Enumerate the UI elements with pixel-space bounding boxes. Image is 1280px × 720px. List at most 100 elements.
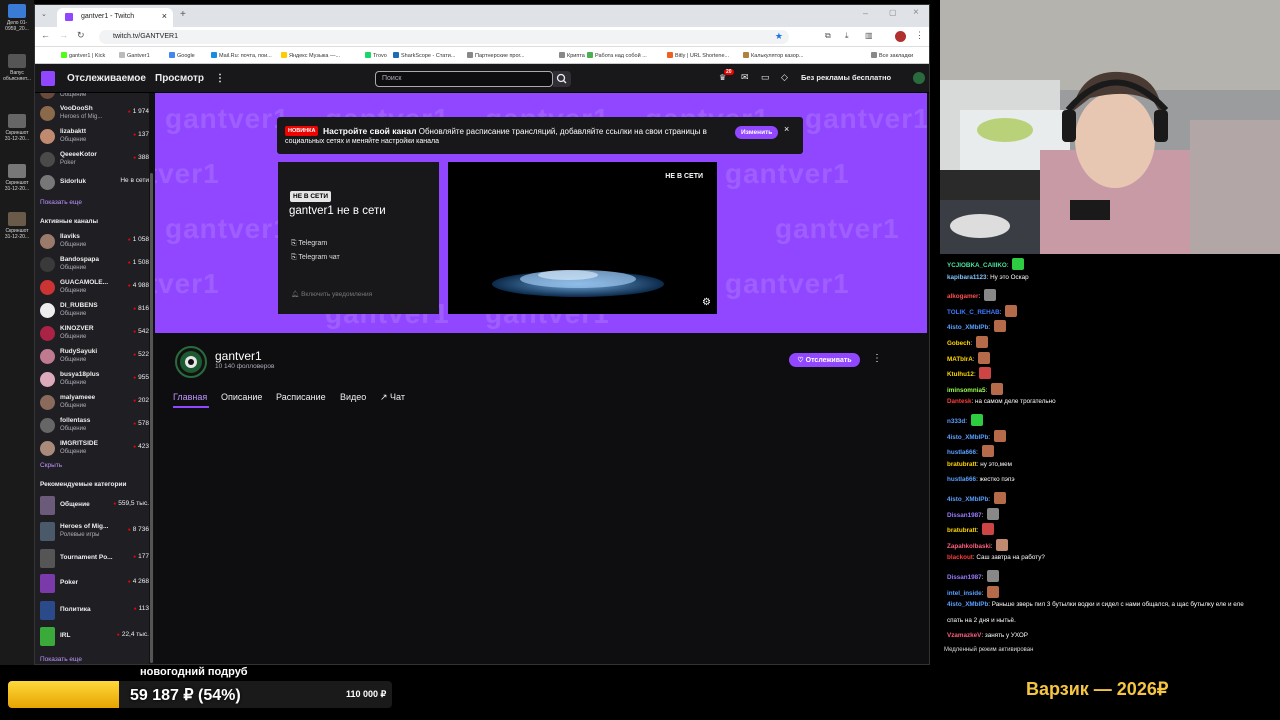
sidebar-channel[interactable]: malyameee Общение 202	[39, 392, 149, 414]
sidebar-channel[interactable]: DI_RUBENS Общение 816	[39, 300, 149, 322]
bookmark-item[interactable]: Gantver1	[119, 52, 150, 59]
bookmark-item[interactable]: Яндекс Музыка —...	[281, 52, 340, 59]
sidebar-channel[interactable]: Ilaviks Общение 1 058	[39, 231, 149, 253]
extension-icon[interactable]: ⧉	[825, 31, 831, 41]
bookmark-item[interactable]: Mail.Ru: почта, пои...	[211, 52, 272, 59]
minimize-icon[interactable]: –	[863, 8, 868, 18]
chat-username[interactable]: 4isto_XMbIPb	[947, 324, 988, 331]
whispers-icon[interactable]: ▭	[761, 72, 770, 83]
tab-home[interactable]: Главная	[173, 392, 207, 402]
sidebar-channel[interactable]: QeeeeKotor Poker 388	[39, 149, 149, 171]
chat-username[interactable]: TOLIK_C_REHAB	[947, 309, 1000, 316]
chat-username[interactable]: intel_inside	[947, 590, 982, 597]
sidebar-channel[interactable]: GUACAMOLE... Общение 4 988	[39, 277, 149, 299]
desktop-file-icon[interactable]: Скриншот 31-12-20...	[2, 114, 32, 142]
bookmark-item[interactable]: gantver1 | Kick	[61, 52, 105, 59]
desktop-file-icon[interactable]: Дело 01-0959_20...	[2, 4, 32, 32]
telegram-chat-link[interactable]: ⎘ Telegram чат	[291, 254, 340, 262]
chat-username[interactable]: Zapahkolbaski	[947, 543, 991, 550]
sidebar-category[interactable]: Политика 113	[39, 600, 149, 622]
tab-about[interactable]: Описание	[221, 392, 262, 402]
chat-username[interactable]: bratubratt	[947, 527, 977, 534]
close-tab-icon[interactable]: ×	[162, 11, 167, 21]
bookmark-item[interactable]: Работа над собой ...	[587, 52, 647, 59]
chat-username[interactable]: kapibara1123	[947, 274, 987, 281]
browser-tab[interactable]: gantver1 - Twitch ×	[57, 8, 173, 27]
sidebar-channel[interactable]: busya18plus Общение 955	[39, 369, 149, 391]
edit-channel-button[interactable]: Изменить	[735, 126, 779, 139]
follow-button[interactable]: ♡ Отслеживать	[789, 353, 860, 367]
tab-search-icon[interactable]: ⌄	[41, 10, 47, 18]
new-tab-icon[interactable]: +	[180, 9, 186, 20]
sidebar-category[interactable]: Tournament Po... 177	[39, 548, 149, 570]
chat-username[interactable]: Dissan1987	[947, 574, 982, 581]
sidebar-channel[interactable]: KINOZVER Общение 542	[39, 323, 149, 345]
bookmark-item[interactable]: Все закладки	[871, 52, 913, 59]
tab-videos[interactable]: Видео	[340, 392, 366, 402]
bookmark-star-icon[interactable]: ★	[775, 31, 783, 42]
chat-username[interactable]: 4isto_XMbIPb	[947, 601, 988, 608]
sidebar-channel[interactable]: VooDooSh Heroes of Mig... 1 974	[39, 103, 149, 125]
search-input[interactable]: Поиск	[375, 71, 553, 87]
sidebar-category[interactable]: Общение 559,5 тыс.	[39, 495, 149, 517]
bookmark-item[interactable]: Партнерские прог...	[467, 52, 524, 59]
tab-schedule[interactable]: Расписание	[276, 392, 326, 402]
settings-gear-icon[interactable]: ⚙	[702, 297, 711, 308]
chat-username[interactable]: 4isto_XMbIPb	[947, 496, 988, 503]
telegram-link[interactable]: ⎘ Telegram	[291, 240, 327, 248]
hide-link[interactable]: Скрыть	[40, 462, 62, 469]
chat-username[interactable]: n333d	[947, 418, 965, 425]
sidebar-category[interactable]: Heroes of Mig... Ролевые игры 8 736	[39, 521, 149, 543]
bookmark-item[interactable]: SharkScope - Стати...	[393, 52, 455, 59]
maximize-icon[interactable]: ▢	[889, 8, 897, 17]
sidebar-channel[interactable]: Sidorluk Не в сети	[39, 172, 149, 194]
chat-username[interactable]: bratubratt	[947, 461, 977, 468]
reload-icon[interactable]: ↻	[77, 30, 85, 41]
chat-username[interactable]: iminsomnia5	[947, 387, 986, 394]
chat-username[interactable]: Ktulhu12	[947, 371, 974, 378]
close-window-icon[interactable]: ×	[913, 7, 919, 18]
enable-notifications-button[interactable]: 🔔︎ Включить уведомления	[291, 290, 372, 298]
inbox-icon[interactable]: ✉	[741, 72, 749, 83]
sidebar-channel[interactable]: RudySayuki Общение 522	[39, 346, 149, 368]
chat-username[interactable]: hustla666	[947, 449, 976, 456]
sidebar-channel[interactable]: Общение	[39, 93, 149, 103]
desktop-file-icon[interactable]: Скриншот 31-12-20...	[2, 164, 32, 192]
chat-username[interactable]: hustla666	[947, 476, 976, 483]
bookmark-item[interactable]: Google	[169, 52, 195, 59]
tab-chat[interactable]: ↗ Чат	[380, 392, 405, 403]
bookmark-item[interactable]: Крипта	[559, 52, 585, 59]
video-player[interactable]: НЕ В СЕТИ ⚙	[448, 162, 717, 314]
nav-more-icon[interactable]: ⋮	[215, 73, 225, 84]
scrollbar-thumb[interactable]	[150, 173, 153, 663]
show-more-link[interactable]: Показать еще	[40, 199, 82, 206]
nav-browse[interactable]: Просмотр	[155, 73, 204, 84]
back-icon[interactable]: ←	[41, 30, 50, 40]
channel-name[interactable]: gantver1	[215, 349, 262, 363]
profile-avatar[interactable]	[895, 31, 906, 42]
channel-avatar[interactable]	[175, 346, 207, 378]
sidebar-category[interactable]: Poker 4 268	[39, 573, 149, 595]
bookmark-item[interactable]: Bitly | URL Shortene...	[667, 52, 729, 59]
chat-username[interactable]: VzamazkeV	[947, 632, 981, 639]
desktop-file-icon[interactable]: Вапус объясняет...	[2, 54, 32, 82]
channel-more-icon[interactable]: ⋮	[872, 353, 882, 364]
no-ads-button[interactable]: Без рекламы бесплатно	[801, 73, 891, 82]
chat-username[interactable]: YCJIOBKA_CAIIIKO	[947, 262, 1007, 269]
sidebar-scrollbar[interactable]	[149, 93, 154, 664]
twitch-logo-icon[interactable]	[41, 71, 55, 86]
search-button[interactable]	[553, 71, 571, 87]
chat-username[interactable]: 4isto_XMbIPb	[947, 434, 988, 441]
sidepanel-icon[interactable]: ▥	[865, 31, 873, 40]
sidebar-channel[interactable]: Bandospapa Общение 1 508	[39, 254, 149, 276]
bookmark-item[interactable]: Калькулятор казор...	[743, 52, 803, 59]
desktop-file-icon[interactable]: Скриншот 31-12-20...	[2, 212, 32, 240]
chat-username[interactable]: Dissan1987	[947, 512, 982, 519]
chat-username[interactable]: Gobech	[947, 340, 970, 347]
forward-icon[interactable]: →	[59, 30, 68, 40]
url-field[interactable]: twitch.tv/GANTVER1 ★	[99, 30, 789, 44]
chat-username[interactable]: blackout	[947, 554, 973, 561]
download-icon[interactable]: ⤓	[845, 31, 849, 41]
chat-username[interactable]: MATbIrA	[947, 356, 973, 363]
sidebar-channel[interactable]: lizabaktt Общение 137	[39, 126, 149, 148]
